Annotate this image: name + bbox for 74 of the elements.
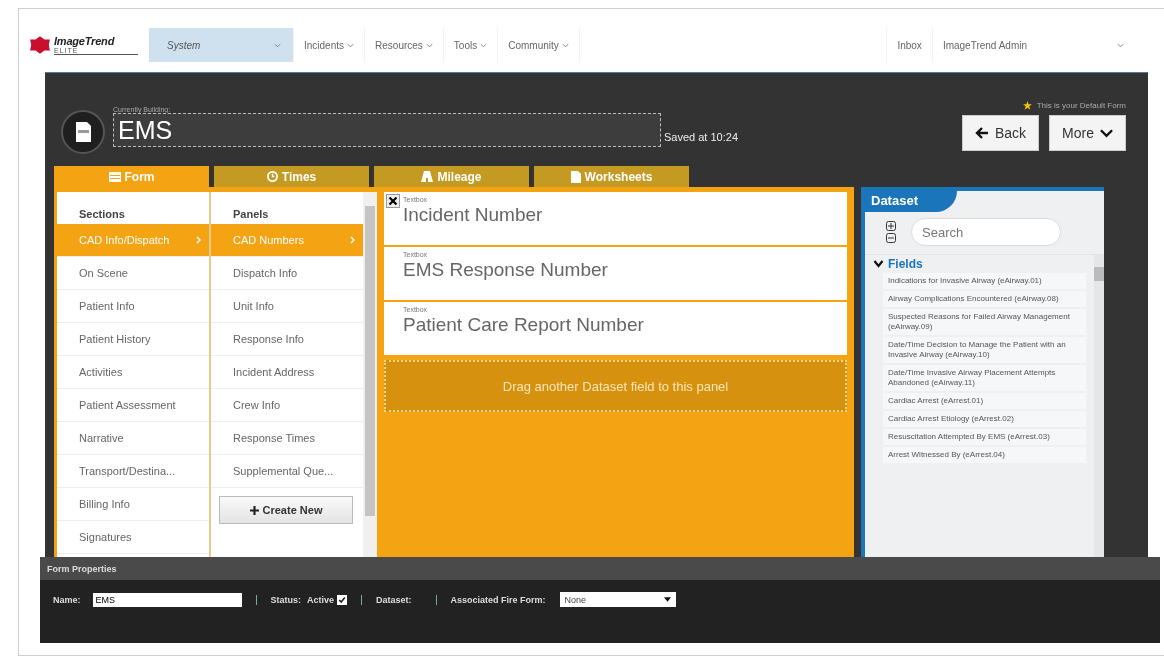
chevron-right-icon xyxy=(196,236,201,244)
dataset-field[interactable]: Date/Time Invasive Airway Placement Attempts Abandoned (eAirway.11) xyxy=(883,365,1086,391)
nav-menu-item[interactable]: Community xyxy=(498,28,580,62)
caret-icon xyxy=(274,42,281,48)
active-checkbox[interactable] xyxy=(337,594,348,605)
dataset-field[interactable]: Indications for Invasive Airway (eAirway.01) xyxy=(883,273,1086,289)
create-new-button[interactable]: Create New xyxy=(219,496,353,524)
section-item[interactable]: Patient Info xyxy=(57,290,209,323)
nav-link[interactable]: Inbox xyxy=(886,28,932,62)
chevron-down-icon xyxy=(1100,128,1113,138)
clock-icon xyxy=(266,171,278,182)
fire-form-select[interactable]: None xyxy=(559,592,676,607)
caret-icon xyxy=(480,42,488,48)
dataset-field[interactable]: Arrest Witnessed By (eArrest.04) xyxy=(883,447,1086,463)
form-title-field[interactable]: EMS xyxy=(113,113,661,147)
dataset-field[interactable]: Cardiac Arrest Etiology (eArrest.02) xyxy=(883,411,1086,427)
dataset-field[interactable]: Resuscitation Attempted By EMS (eArrest.03) xyxy=(883,429,1086,445)
field-label: Status: xyxy=(270,594,302,605)
checkmark-icon xyxy=(338,595,347,604)
field-label: Associated Fire Form: xyxy=(450,594,546,605)
field-label: EMS Response Number xyxy=(403,259,609,281)
chevron-down-icon xyxy=(873,260,884,268)
remove-icon[interactable] xyxy=(386,194,400,208)
form-icon xyxy=(108,171,121,182)
scrollbar[interactable] xyxy=(1094,255,1104,557)
caret-icon xyxy=(425,42,433,48)
column-heading: Panels xyxy=(232,207,270,222)
section-item[interactable]: Signatures xyxy=(57,521,209,554)
nav-menu-item[interactable]: Incidents xyxy=(294,28,366,62)
chevron-right-icon xyxy=(350,236,355,244)
status-value: Active xyxy=(307,594,335,605)
logo-icon xyxy=(29,35,51,55)
saved-status: Saved at 10:24 xyxy=(664,131,738,143)
search-field[interactable]: Search xyxy=(911,218,1061,246)
dropdown-arrow-icon xyxy=(663,597,671,602)
dataset-field[interactable]: Airway Complications Encountered (eAirway.08) xyxy=(883,291,1086,307)
document-icon xyxy=(60,109,106,155)
nav-menu-item[interactable]: Tools xyxy=(443,28,499,62)
nav-link[interactable]: ImageTrend Admin xyxy=(931,28,1037,62)
section-item[interactable]: Narrative xyxy=(57,422,209,455)
drop-zone: Drag another Dataset field to this panel xyxy=(384,360,847,412)
field-label: Name: xyxy=(53,594,81,605)
dataset-field[interactable]: Date/Time Decision to Manage the Patient with an Invasive Airway (eAirway.10) xyxy=(883,337,1086,363)
field-label: Patient Care Report Number xyxy=(403,314,645,336)
scrollbar[interactable] xyxy=(363,192,377,557)
caret-icon xyxy=(561,42,569,48)
dataset-field[interactable]: Suspected Reasons for Failed Airway Management (eAirway.09) xyxy=(883,309,1086,335)
header-button[interactable]: Back xyxy=(961,115,1040,151)
section-item[interactable]: Transport/Destina... xyxy=(57,455,209,488)
plus-icon xyxy=(249,505,259,515)
panel-title: Form Properties xyxy=(40,557,1160,580)
arrow-left-icon xyxy=(974,127,989,139)
default-form-note: This is your Default Form xyxy=(1036,101,1126,110)
logo-name: ImageTrend xyxy=(54,35,116,47)
section-item[interactable]: Patient History xyxy=(57,323,209,356)
name-field[interactable]: EMS xyxy=(92,592,242,607)
field-label: Incident Number xyxy=(403,204,544,226)
field-label: Dataset: xyxy=(376,594,412,605)
group-toggle[interactable]: Fields xyxy=(873,257,1094,271)
caret-icon xyxy=(347,42,355,48)
dataset-field[interactable]: Cardiac Arrest (eArrest.01) xyxy=(883,393,1086,409)
nav-menu-item[interactable]: Resources xyxy=(365,28,444,62)
header-button[interactable]: More xyxy=(1049,115,1126,151)
section-item[interactable]: On Scene xyxy=(57,257,209,290)
document-icon xyxy=(570,170,581,183)
section-item[interactable]: Activities xyxy=(57,356,209,389)
collapse-icon[interactable] xyxy=(886,233,896,243)
expand-icon[interactable] xyxy=(886,221,896,231)
section-item[interactable]: Billing Info xyxy=(57,488,209,521)
column-heading: Sections xyxy=(78,207,126,222)
section-item[interactable]: Patient Assessment xyxy=(57,389,209,422)
panel-title: Dataset xyxy=(865,191,957,212)
nav-menu-item[interactable]: System xyxy=(149,28,294,62)
star-icon xyxy=(1022,101,1032,110)
